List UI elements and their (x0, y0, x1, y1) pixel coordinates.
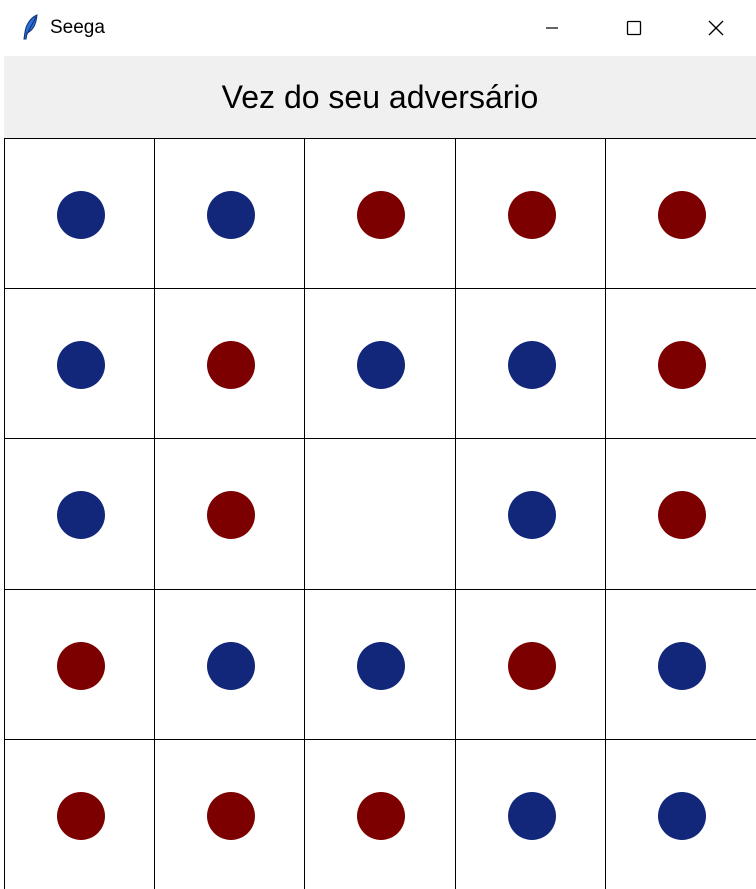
minimize-icon (545, 21, 559, 35)
red-piece[interactable] (507, 641, 556, 690)
blue-piece[interactable] (507, 791, 556, 840)
blue-piece[interactable] (56, 491, 105, 539)
red-piece[interactable] (206, 491, 255, 539)
red-piece[interactable] (56, 641, 105, 690)
red-piece[interactable] (658, 190, 706, 239)
board-cell[interactable] (605, 138, 756, 289)
board-cell[interactable] (154, 739, 305, 889)
board-cell[interactable] (4, 438, 155, 590)
red-piece[interactable] (658, 340, 706, 389)
blue-piece[interactable] (507, 340, 556, 389)
red-piece[interactable] (56, 791, 105, 840)
board-cell[interactable] (154, 138, 305, 289)
close-button[interactable] (676, 0, 756, 56)
board-cell[interactable] (154, 288, 305, 439)
blue-piece[interactable] (357, 340, 405, 389)
red-piece[interactable] (507, 190, 556, 239)
blue-piece[interactable] (507, 491, 556, 539)
close-icon (708, 20, 724, 36)
red-piece[interactable] (206, 340, 255, 389)
title-bar[interactable]: Seega (0, 0, 756, 56)
board-cell[interactable] (455, 288, 606, 439)
board-cell[interactable] (605, 739, 756, 889)
feather-icon (22, 14, 40, 40)
blue-piece[interactable] (357, 641, 405, 690)
blue-piece[interactable] (658, 641, 706, 690)
minimize-button[interactable] (512, 0, 592, 56)
status-bar: Vez do seu adversário (4, 56, 756, 138)
board-cell[interactable] (4, 589, 155, 740)
board-cell[interactable] (154, 589, 305, 740)
board-cell[interactable] (304, 589, 456, 740)
board-cell[interactable] (455, 739, 606, 889)
turn-status-label: Vez do seu adversário (221, 79, 539, 115)
red-piece[interactable] (658, 491, 706, 539)
board-cell[interactable] (4, 138, 155, 289)
board-cell[interactable] (605, 438, 756, 590)
board-cell[interactable] (455, 138, 606, 289)
blue-piece[interactable] (206, 641, 255, 690)
board-cell[interactable] (455, 438, 606, 590)
board-cell[interactable] (4, 288, 155, 439)
blue-piece[interactable] (206, 190, 255, 239)
maximize-button[interactable] (594, 0, 674, 56)
board-cell[interactable] (455, 589, 606, 740)
board-cell[interactable] (304, 138, 456, 289)
board-cell[interactable] (605, 589, 756, 740)
red-piece[interactable] (357, 190, 405, 239)
board-cell[interactable] (304, 288, 456, 439)
maximize-icon (626, 20, 642, 36)
blue-piece[interactable] (56, 190, 105, 239)
board-cell[interactable] (4, 739, 155, 889)
board-cell[interactable] (605, 288, 756, 439)
red-piece[interactable] (206, 791, 255, 840)
board-cell[interactable] (154, 438, 305, 590)
game-board (4, 138, 756, 889)
red-piece[interactable] (357, 791, 405, 840)
window-title: Seega (50, 17, 105, 38)
board-cell[interactable] (304, 438, 456, 590)
blue-piece[interactable] (56, 340, 105, 389)
board-cell[interactable] (304, 739, 456, 889)
blue-piece[interactable] (658, 791, 706, 840)
app-window: Seega Vez do seu adversário (0, 0, 756, 889)
